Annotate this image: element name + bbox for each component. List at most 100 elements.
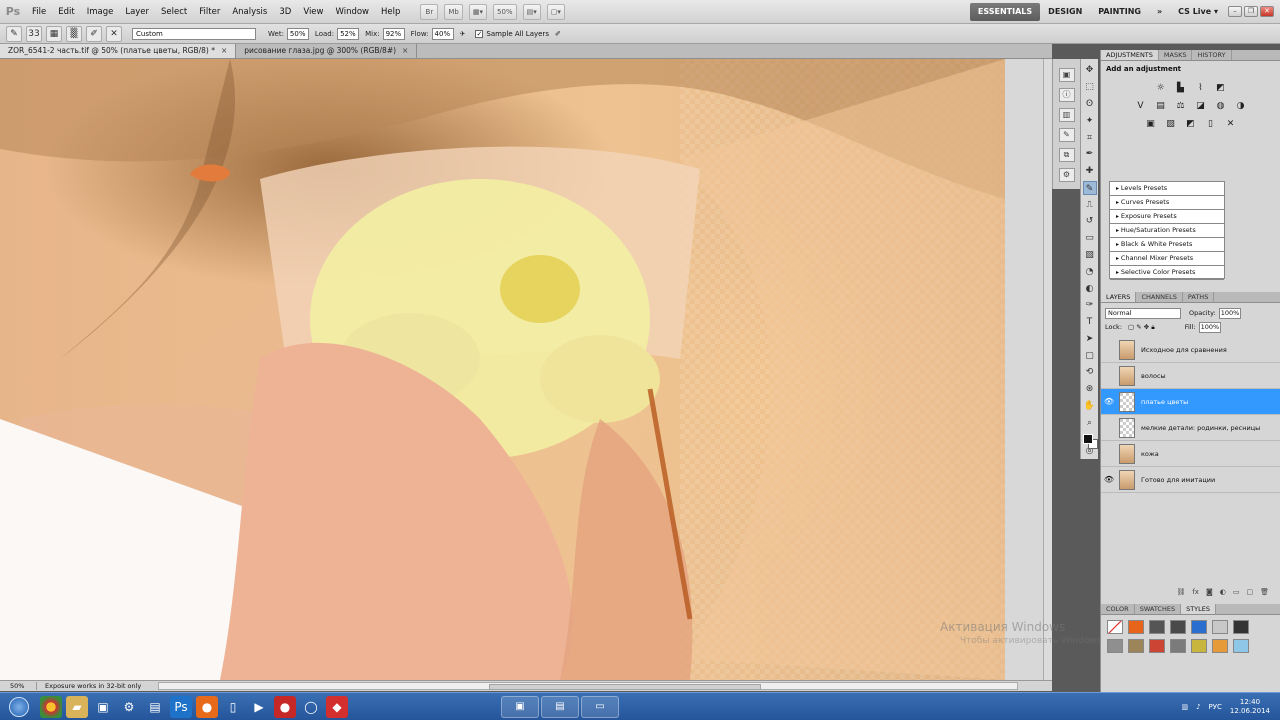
network-icon[interactable]: ▥ — [1181, 703, 1188, 711]
layer-row[interactable]: Исходное для сравнения — [1101, 337, 1280, 363]
style-swatch[interactable] — [1212, 639, 1228, 653]
eye-icon[interactable]: 👁︎ — [1101, 475, 1117, 484]
pdf-reader-icon[interactable]: ◆ — [326, 695, 348, 718]
airbrush-icon[interactable]: ✈ — [460, 30, 466, 38]
navigator-icon[interactable]: ▣ — [1058, 68, 1075, 82]
link-layers-icon[interactable]: ⛓ — [1176, 588, 1185, 600]
mixer-brush-tool-icon[interactable]: ✎ — [6, 25, 22, 42]
channel-mixer-icon[interactable]: ◑ — [1234, 100, 1247, 113]
style-swatch[interactable] — [1149, 620, 1165, 634]
restore-icon[interactable]: ❐ — [1244, 6, 1258, 17]
history-brush-tool-icon[interactable]: ↺ — [1083, 214, 1097, 228]
menu-image[interactable]: Image — [81, 0, 120, 24]
menu-edit[interactable]: Edit — [52, 0, 80, 24]
list-item[interactable]: Hue/Saturation Presets — [1110, 224, 1224, 238]
blending-preset-select[interactable]: Custom — [132, 27, 256, 40]
new-layer-icon[interactable]: ▢ — [1246, 588, 1253, 600]
explorer-icon[interactable]: ▰ — [66, 695, 88, 718]
style-swatch[interactable] — [1233, 639, 1249, 653]
levels-icon[interactable]: ▙ — [1174, 82, 1187, 95]
new-adjustment-icon[interactable]: ◐ — [1220, 588, 1226, 600]
new-group-icon[interactable]: ▭ — [1233, 588, 1240, 600]
delete-layer-icon[interactable]: 🗑︎ — [1260, 588, 1269, 600]
app-icon[interactable]: ⚙ — [118, 696, 140, 718]
pen-tool-icon[interactable]: ✑ — [1083, 298, 1097, 312]
layer-style-icon[interactable]: fx — [1192, 588, 1199, 600]
taskbar-window-2[interactable]: ▤ — [541, 695, 579, 718]
clean-brush-icon[interactable]: ✕ — [106, 25, 122, 42]
close-icon[interactable]: ✕ — [1260, 6, 1274, 17]
arrange-documents-icon[interactable]: ▤▾ — [522, 3, 541, 20]
menu-window[interactable]: Window — [329, 0, 375, 24]
layer-row[interactable]: волосы — [1101, 363, 1280, 389]
zoom-level-select[interactable]: 50% — [493, 3, 517, 20]
quick-select-tool-icon[interactable]: ✦ — [1083, 114, 1097, 128]
minimize-icon[interactable]: – — [1228, 6, 1242, 17]
list-item[interactable]: Exposure Presets — [1110, 210, 1224, 224]
tool-presets-icon[interactable]: ⚙ — [1058, 168, 1075, 182]
add-mask-icon[interactable]: ◙ — [1206, 588, 1213, 600]
tab-paths[interactable]: PATHS — [1183, 292, 1215, 302]
view-extras-icon[interactable]: ▦▾ — [468, 3, 488, 20]
hue-saturation-icon[interactable]: ▤ — [1154, 100, 1167, 113]
posterize-icon[interactable]: ▨ — [1164, 118, 1177, 131]
style-swatch[interactable] — [1191, 639, 1207, 653]
close-tab-icon[interactable]: × — [221, 46, 227, 55]
3d-rotate-tool-icon[interactable]: ⟲ — [1083, 365, 1097, 379]
document-canvas[interactable] — [0, 59, 1043, 680]
info-icon[interactable]: ⓘ — [1058, 88, 1075, 102]
color-swatches[interactable] — [1082, 433, 1098, 450]
wet-field[interactable]: 50% — [286, 27, 309, 40]
marquee-tool-icon[interactable]: ⬚ — [1083, 80, 1097, 94]
tab-adjustments[interactable]: ADJUSTMENTS — [1101, 50, 1159, 60]
workspace-essentials[interactable]: ESSENTIALS — [969, 2, 1041, 21]
firefox-icon[interactable]: ● — [196, 695, 218, 718]
language-indicator[interactable]: РУС — [1209, 703, 1222, 711]
zoom-tool-icon[interactable]: ⌕ — [1083, 416, 1097, 430]
eraser-tool-icon[interactable]: ▭ — [1083, 231, 1097, 245]
eye-icon[interactable]: 👁︎ — [1101, 397, 1117, 406]
fill-field[interactable]: 100% — [1198, 321, 1221, 333]
style-swatch[interactable] — [1191, 620, 1207, 634]
layer-row[interactable]: кожа — [1101, 441, 1280, 467]
menu-layer[interactable]: Layer — [119, 0, 155, 24]
taskbar-window-3[interactable]: ▭ — [581, 695, 619, 718]
clone-stamp-tool-icon[interactable]: ⎍ — [1083, 198, 1097, 212]
brush-size-picker[interactable]: 33 — [26, 25, 42, 42]
list-item[interactable]: Selective Color Presets — [1110, 266, 1224, 280]
photoshop-taskbar-icon[interactable]: Ps — [170, 695, 192, 718]
style-swatch[interactable] — [1128, 639, 1144, 653]
hand-tool-icon[interactable]: ✋ — [1083, 399, 1097, 413]
path-selection-tool-icon[interactable]: ➤ — [1083, 332, 1097, 346]
mixer-brush-tool-icon[interactable]: ✎ — [1082, 180, 1097, 195]
menu-filter[interactable]: Filter — [193, 0, 226, 24]
menu-3d[interactable]: 3D — [273, 0, 297, 24]
media-player-icon[interactable]: ▶ — [248, 696, 270, 718]
tab-channels[interactable]: CHANNELS — [1136, 292, 1183, 302]
vertical-scrollbar[interactable] — [1043, 59, 1052, 680]
threshold-icon[interactable]: ◩ — [1184, 118, 1197, 131]
tab-styles[interactable]: STYLES — [1181, 604, 1216, 614]
tab-document-1[interactable]: ZOR_6541-2 часть.tif @ 50% (платье цветы… — [0, 44, 237, 58]
healing-brush-tool-icon[interactable]: ✚ — [1083, 164, 1097, 178]
layer-row-selected[interactable]: 👁︎ платье цветы — [1101, 389, 1280, 415]
selective-color-icon[interactable]: ✕ — [1224, 118, 1237, 131]
current-brush-load-icon[interactable]: ▒ — [66, 25, 82, 42]
exposure-icon[interactable]: ◩ — [1214, 82, 1227, 95]
list-item[interactable]: Curves Presets — [1110, 196, 1224, 210]
start-button[interactable] — [0, 693, 38, 720]
color-balance-icon[interactable]: ⚖ — [1174, 100, 1187, 113]
flow-field[interactable]: 40% — [431, 27, 454, 40]
list-item[interactable]: Levels Presets — [1110, 182, 1224, 196]
load-field[interactable]: 52% — [337, 27, 360, 40]
menu-view[interactable]: View — [297, 0, 329, 24]
list-item[interactable]: Black & White Presets — [1110, 238, 1224, 252]
style-swatch[interactable] — [1170, 639, 1186, 653]
brush-panel-icon[interactable]: ▦ — [46, 25, 62, 42]
task-manager-icon[interactable]: ▣ — [92, 696, 114, 718]
recorder-icon[interactable]: ● — [274, 695, 296, 718]
more-workspaces-button[interactable]: » — [1149, 3, 1170, 21]
launch-mini-bridge-icon[interactable]: Mb — [444, 3, 463, 20]
horizontal-scrollbar[interactable] — [158, 682, 1018, 690]
histogram-icon[interactable]: ▥ — [1058, 108, 1075, 122]
